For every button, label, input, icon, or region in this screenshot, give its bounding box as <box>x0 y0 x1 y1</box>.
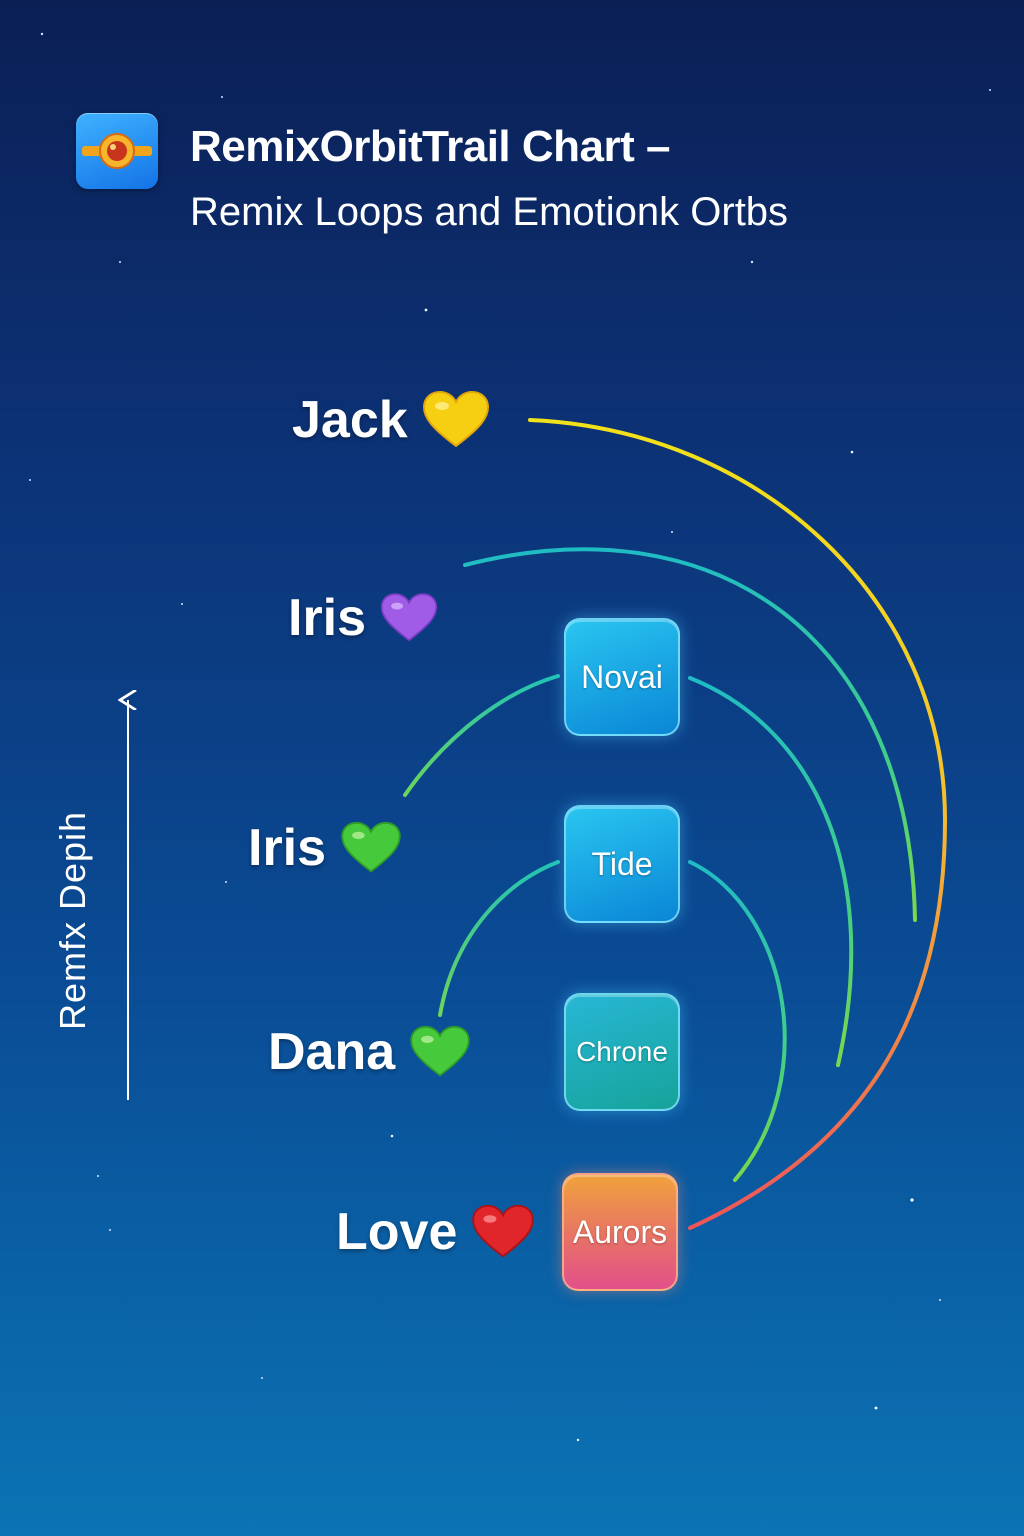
node-label: Novai <box>581 658 663 695</box>
person-iris-green: Iris <box>248 818 402 878</box>
trail-arcs <box>0 418 948 1230</box>
arc-dana-tide <box>438 860 560 1017</box>
yellow-heart-icon <box>422 390 489 448</box>
axis-label: Remfx Depih <box>52 810 93 1030</box>
node-novai[interactable]: Novai <box>564 618 680 736</box>
node-aurors[interactable]: Aurors <box>562 1173 678 1291</box>
green-heart-icon <box>341 821 401 873</box>
node-label: Tide <box>591 845 653 882</box>
node-tide[interactable]: Tide <box>564 805 680 923</box>
person-iris-purple: Iris <box>288 588 438 648</box>
person-name: Love <box>336 1203 458 1261</box>
person-love: Love <box>336 1202 535 1262</box>
node-label: Chrone <box>576 1036 668 1067</box>
person-name: Jack <box>292 391 408 449</box>
arc-tide-right <box>688 860 787 1182</box>
person-jack: Jack <box>292 390 490 450</box>
person-dana: Dana <box>268 1022 471 1082</box>
arc-iris-teal <box>463 547 917 922</box>
person-name: Dana <box>268 1023 396 1081</box>
purple-heart-icon <box>380 593 438 642</box>
green-heart-icon <box>410 1025 470 1077</box>
red-heart-icon <box>472 1204 535 1258</box>
node-label: Aurors <box>572 1213 668 1250</box>
arc-novai-right <box>688 676 854 1067</box>
person-name: Iris <box>288 589 367 647</box>
arc-iris-novai <box>403 674 560 797</box>
node-chrone[interactable]: Chrone <box>564 993 680 1111</box>
person-name: Iris <box>248 819 327 877</box>
